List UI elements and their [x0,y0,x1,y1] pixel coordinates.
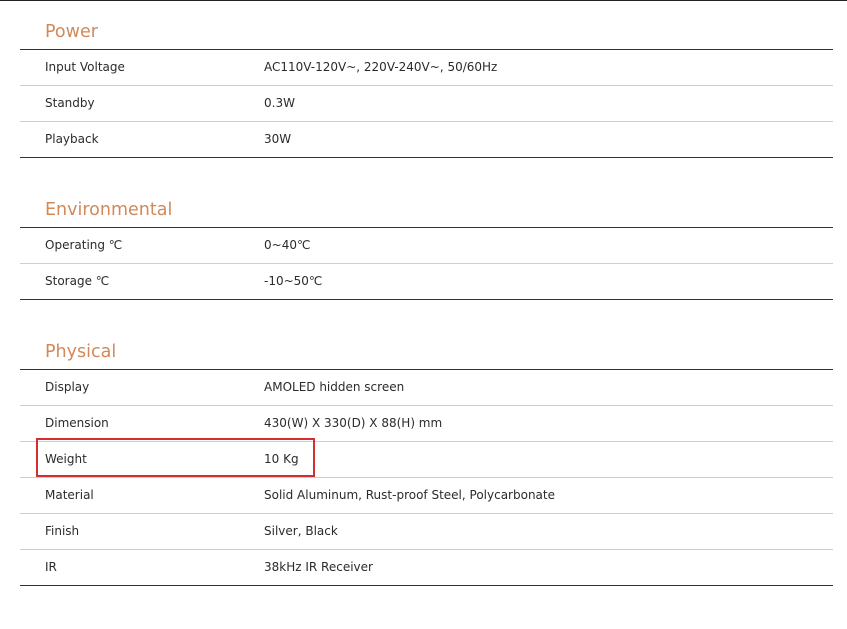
spec-value: 0.3W [264,96,295,110]
spec-row-finish: Finish Silver, Black [20,514,833,550]
spec-row-standby: Standby 0.3W [20,86,833,122]
spec-label: Operating ℃ [45,238,123,252]
spec-label: Standby [45,96,95,110]
spec-row-storage-temp: Storage ℃ -10~50℃ [20,264,833,300]
spec-value: 30W [264,132,292,146]
spec-row-dimension: Dimension 430(W) X 330(D) X 88(H) mm [20,406,833,442]
spec-label: Material [45,488,94,502]
spec-value: 430(W) X 330(D) X 88(H) mm [264,416,443,430]
spec-row-display: Display AMOLED hidden screen [20,370,833,406]
spec-row-input-voltage: Input Voltage AC110V-120V~, 220V-240V~, … [20,50,833,86]
spec-label: Input Voltage [45,60,125,74]
spec-label: Dimension [45,416,109,430]
section-title: Environmental [45,200,173,220]
spec-label: Storage ℃ [45,274,110,288]
spec-label: Playback [45,132,99,146]
spec-table: Input Voltage AC110V-120V~, 220V-240V~, … [20,50,833,158]
section-title: Physical [45,342,117,362]
spec-row-operating-temp: Operating ℃ 0~40℃ [20,228,833,264]
spec-row-playback: Playback 30W [20,122,833,158]
spec-value: 38kHz IR Receiver [264,560,373,574]
spec-table: Operating ℃ 0~40℃ Storage ℃ -10~50℃ [20,228,833,300]
spec-value: 0~40℃ [264,238,311,252]
section-power: Power Input Voltage AC110V-120V~, 220V-2… [20,15,833,158]
top-divider [0,0,847,1]
spec-row-ir: IR 38kHz IR Receiver [20,550,833,586]
weight-highlight-box [36,438,315,477]
spec-value: AC110V-120V~, 220V-240V~, 50/60Hz [264,60,498,74]
spec-value: Solid Aluminum, Rust-proof Steel, Polyca… [264,488,555,502]
spec-row-material: Material Solid Aluminum, Rust-proof Stee… [20,478,833,514]
spec-table: Display AMOLED hidden screen Dimension 4… [20,370,833,586]
section-title: Power [45,22,98,42]
spec-label: Display [45,380,90,394]
spec-value: Silver, Black [264,524,338,538]
spec-value: AMOLED hidden screen [264,380,405,394]
spec-value: -10~50℃ [264,274,323,288]
section-environmental: Environmental Operating ℃ 0~40℃ Storage … [20,193,833,300]
spec-label: Finish [45,524,80,538]
spec-label: IR [45,560,57,574]
